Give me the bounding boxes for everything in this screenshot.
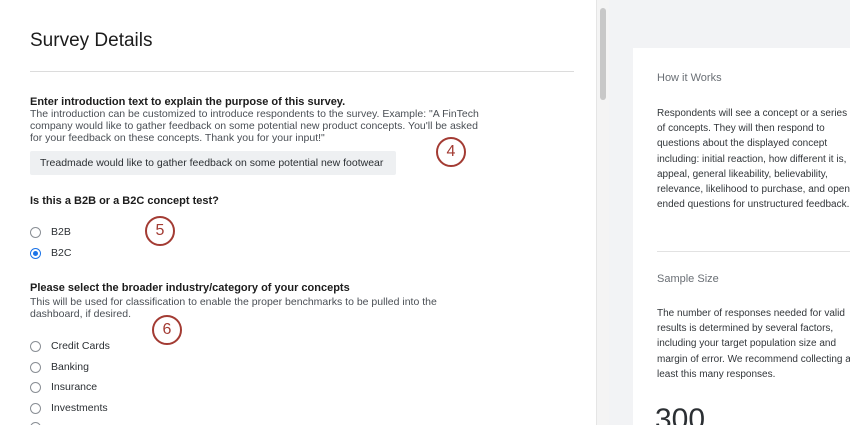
radio-option-partial[interactable] [30, 419, 41, 425]
form-scrollbar[interactable] [596, 0, 609, 425]
radio-label: Banking [51, 361, 89, 373]
industry-question-description: This will be used for classification to … [30, 296, 437, 320]
radio-button[interactable] [30, 226, 41, 238]
radio-button[interactable] [30, 340, 41, 352]
radio-option-banking[interactable]: Banking [30, 359, 89, 375]
radio-label: B2B [51, 226, 71, 238]
intro-text-input[interactable] [30, 151, 396, 175]
radio-label: Insurance [51, 381, 98, 393]
radio-button-selected[interactable] [30, 247, 41, 259]
intro-question-description: The introduction can be customized to in… [30, 108, 479, 144]
survey-details-form: Survey Details Enter introduction text t… [0, 0, 596, 425]
page-title: Survey Details [30, 30, 153, 51]
callout-badge-5: 5 [145, 216, 175, 246]
radio-option-b2c[interactable]: B2C [30, 245, 71, 261]
sample-size-value: 300 [655, 403, 706, 425]
test-type-question-heading: Is this a B2B or a B2C concept test? [30, 195, 219, 207]
sample-size-heading: Sample Size [657, 273, 719, 285]
intro-question-heading: Enter introduction text to explain the p… [30, 96, 346, 108]
how-it-works-text: Respondents will see a concept or a seri… [657, 108, 850, 211]
radio-label: B2C [51, 247, 72, 259]
scrollbar-thumb[interactable] [600, 8, 606, 100]
radio-button[interactable] [30, 402, 41, 414]
radio-button[interactable] [30, 421, 41, 425]
radio-option-insurance[interactable]: Insurance [30, 379, 97, 395]
info-side-panel: How it Works Respondents will see a conc… [609, 0, 850, 425]
callout-badge-4: 4 [436, 137, 466, 167]
radio-option-investments[interactable]: Investments [30, 400, 108, 416]
survey-details-page: Survey Details Enter introduction text t… [0, 0, 850, 425]
industry-question-heading: Please select the broader industry/categ… [30, 282, 350, 294]
sample-size-text: The number of responses needed for valid… [657, 308, 850, 380]
radio-button[interactable] [30, 381, 41, 393]
callout-badge-6: 6 [152, 315, 182, 345]
title-divider [30, 71, 574, 72]
radio-option-b2b[interactable]: B2B [30, 224, 71, 240]
radio-button[interactable] [30, 361, 41, 373]
section-divider [657, 251, 850, 252]
radio-option-credit-cards[interactable]: Credit Cards [30, 338, 110, 354]
info-card: How it Works Respondents will see a conc… [633, 48, 850, 425]
radio-label: Credit Cards [51, 340, 110, 352]
how-it-works-heading: How it Works [657, 72, 722, 84]
radio-label: Investments [51, 402, 108, 414]
